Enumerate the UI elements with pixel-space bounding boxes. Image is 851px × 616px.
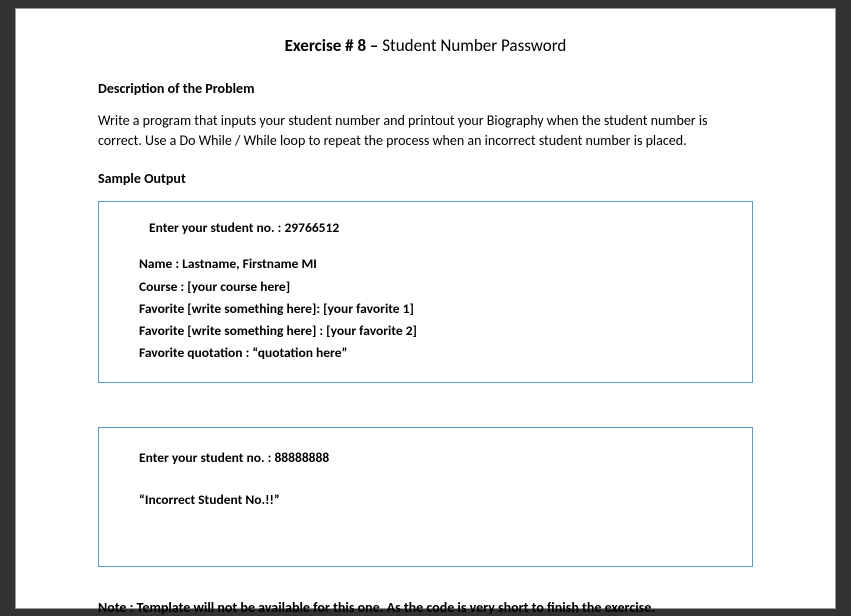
title-normal-part: Student Number Password [382,35,566,56]
exercise-title: Exercise # 8 – Student Number Password [98,35,753,56]
output2-message: “Incorrect Student No.!!” [139,490,724,510]
output1-line: Favorite [write something here]: [your f… [139,299,724,319]
note-text: Note : Template will not be available fo… [98,599,753,616]
output1-line: Favorite quotation : “quotation here” [139,343,724,363]
title-bold-part: Exercise # 8 – [285,35,383,56]
document-page: Exercise # 8 – Student Number Password D… [15,8,836,609]
output1-line: Course : [your course here] [139,277,724,297]
output1-line: Name : Lastname, Firstname MI [139,254,724,274]
output1-prompt: Enter your student no. : 29766512 [149,218,724,238]
output2-prompt: Enter your student no. : 88888888 [139,448,724,468]
sample-output-box-2: Enter your student no. : 88888888 “Incor… [98,427,753,567]
description-body: Write a program that inputs your student… [98,111,753,150]
output1-line: Favorite [write something here] : [your … [139,321,724,341]
sample-output-box-1: Enter your student no. : 29766512 Name :… [98,201,753,383]
description-heading: Description of the Problem [98,80,753,97]
sample-output-heading: Sample Output [98,170,753,187]
